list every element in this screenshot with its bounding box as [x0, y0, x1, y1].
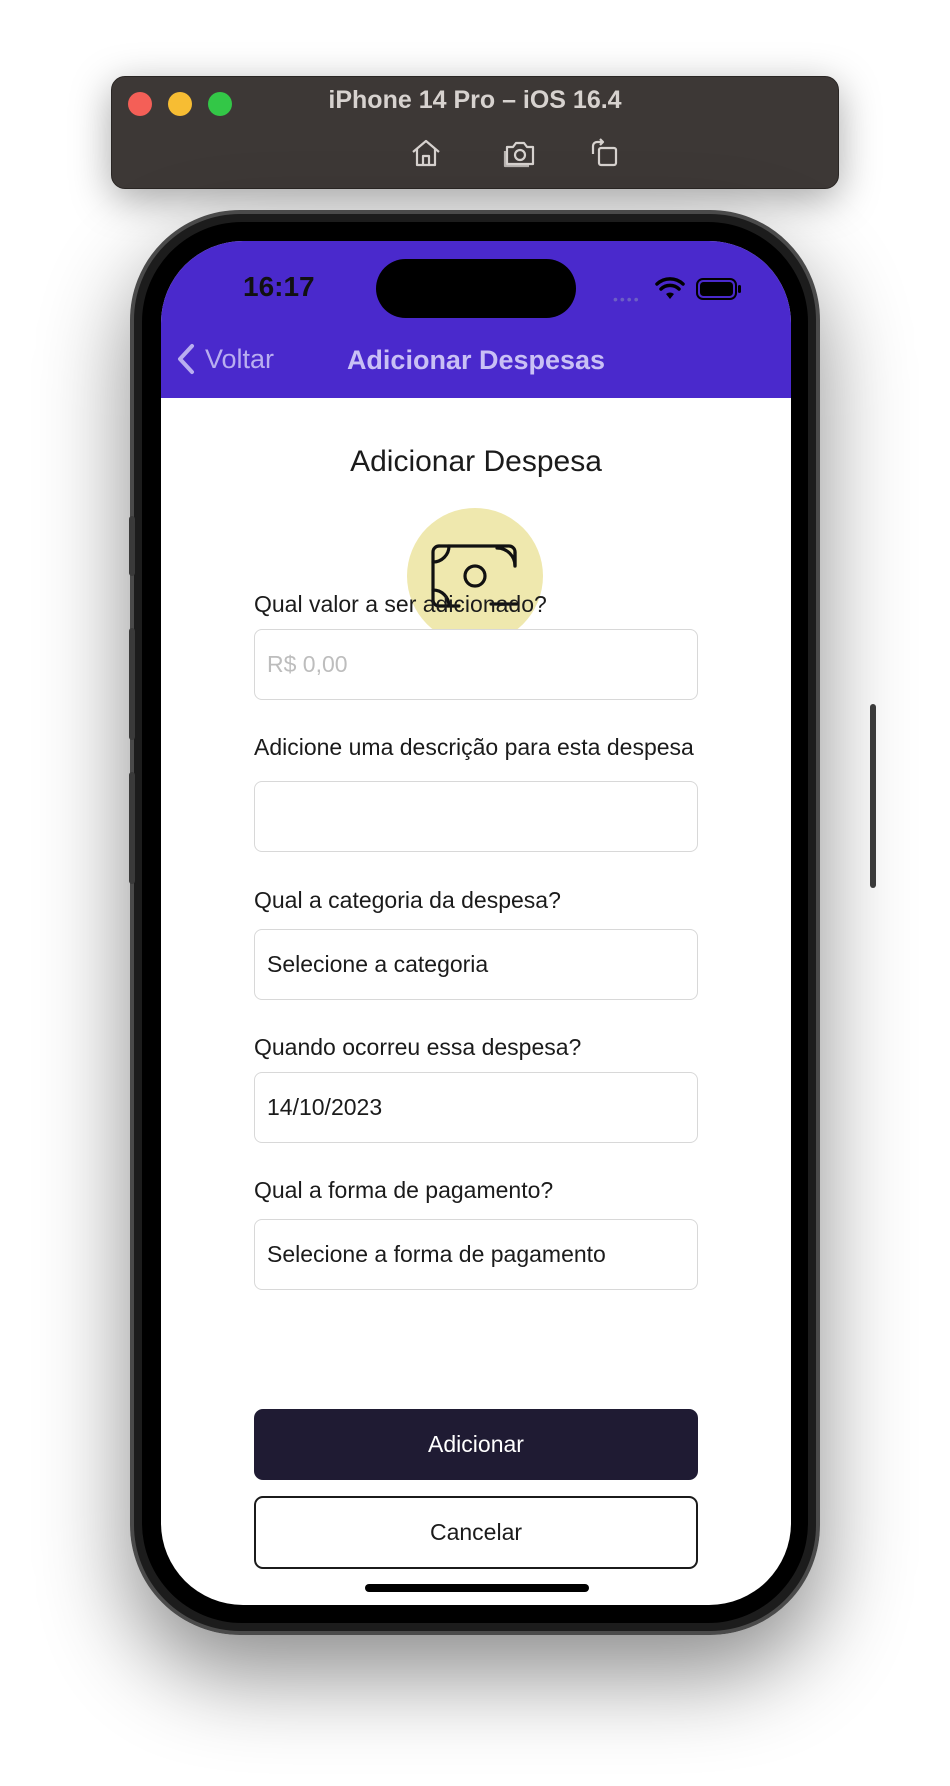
battery-icon — [696, 278, 741, 300]
wifi-icon — [655, 277, 685, 299]
volume-down-button — [129, 772, 135, 884]
screenshot-icon[interactable] — [503, 136, 537, 170]
description-label: Adicione uma descrição para esta despesa — [254, 734, 694, 760]
home-icon[interactable] — [409, 136, 443, 170]
amount-input[interactable]: R$ 0,00 — [254, 629, 698, 700]
power-button — [870, 704, 876, 888]
rotate-icon[interactable] — [587, 136, 621, 170]
payment-select[interactable]: Selecione a forma de pagamento — [254, 1219, 698, 1290]
date-input[interactable]: 14/10/2023 — [254, 1072, 698, 1143]
cellular-signal-icon: •••• — [613, 291, 641, 307]
volume-up-button — [129, 628, 135, 740]
phone-screen: 16:17 •••• Voltar Adicionar Despesas Adi… — [161, 241, 791, 1605]
money-badge — [407, 508, 543, 644]
cancel-button[interactable]: Cancelar — [254, 1496, 698, 1569]
navigation-header: 16:17 •••• Voltar Adicionar Despesas — [161, 241, 791, 398]
add-button[interactable]: Adicionar — [254, 1409, 698, 1480]
simulator-title: iPhone 14 Pro – iOS 16.4 — [328, 86, 622, 114]
status-time: 16:17 — [243, 271, 315, 302]
silent-switch — [129, 516, 135, 576]
category-select[interactable]: Selecione a categoria — [254, 929, 698, 1000]
form-title: Adicionar Despesa — [350, 445, 602, 478]
dynamic-island — [376, 259, 576, 318]
description-input[interactable] — [254, 781, 698, 852]
nav-title: Adicionar Despesas — [346, 345, 606, 375]
amount-label: Qual valor a ser adicionado? — [254, 591, 547, 617]
payment-label: Qual a forma de pagamento? — [254, 1177, 554, 1203]
date-label: Quando ocorreu essa despesa? — [254, 1034, 582, 1060]
category-label: Qual a categoria da despesa? — [254, 887, 561, 913]
home-indicator[interactable] — [365, 1584, 589, 1592]
